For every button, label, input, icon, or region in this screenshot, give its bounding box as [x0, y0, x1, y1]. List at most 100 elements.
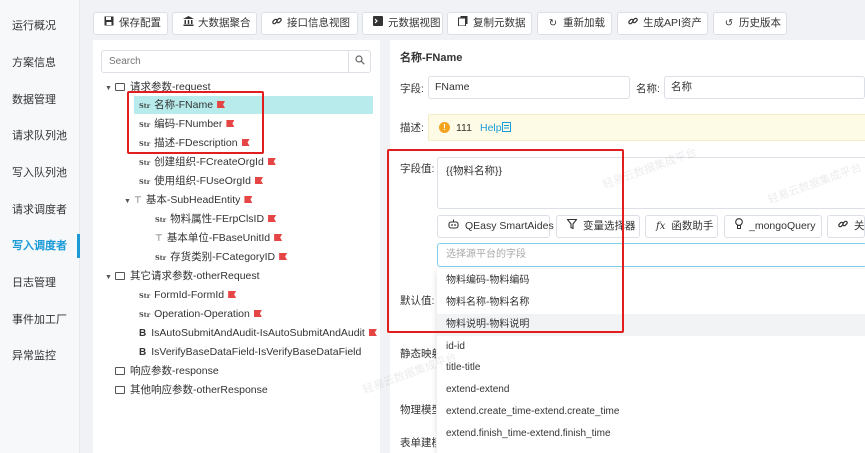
document-icon[interactable] — [502, 122, 511, 135]
hierarchy-icon: ⊤ — [155, 233, 163, 243]
copy-icon — [456, 13, 470, 34]
api-info-view-button[interactable]: 接口信息视图 — [261, 12, 358, 35]
search-button[interactable] — [348, 51, 370, 72]
big-data-aggregate-label: 大数据聚合 — [198, 17, 251, 29]
mongo-query-button[interactable]: _mongoQuery — [724, 215, 822, 238]
tree-node-response[interactable]: 响应参数-response — [115, 362, 219, 380]
sidebar-item-plan-info[interactable]: 方案信息 — [0, 48, 80, 78]
sidebar-item-event-factory[interactable]: 事件加工厂 — [0, 305, 80, 335]
tree-node-fdescription[interactable]: Str 描述-FDescription — [139, 134, 250, 152]
tree-node-label: 物料属性-FErpClsID — [170, 213, 265, 225]
api-info-view-label: 接口信息视图 — [287, 17, 350, 29]
variable-selector-button[interactable]: 变量选择器 — [556, 215, 640, 238]
sidebar-item-log-management[interactable]: 日志管理 — [0, 268, 80, 298]
string-type-icon: Str — [139, 292, 151, 300]
dropdown-option[interactable]: extend.create_time-extend.create_time — [437, 401, 865, 423]
function-helper-label: 函数助手 — [671, 220, 714, 232]
terminal-icon — [371, 13, 385, 34]
mongo-query-label: _mongoQuery — [749, 220, 816, 232]
tree-node-isautosubmitandaudit[interactable]: B IsAutoSubmitAndAudit-IsAutoSubmitAndAud… — [139, 324, 377, 342]
sidebar-item-exception-monitor[interactable]: 异常监控 — [0, 341, 80, 371]
caret-down-icon[interactable]: ▼ — [105, 269, 115, 287]
tree-node-isverifybasedatafield[interactable]: B IsVerifyBaseDataField-IsVerifyBaseDataF… — [139, 343, 361, 361]
static-mapping-label[interactable]: 静态映射 — [400, 346, 436, 361]
caret-down-icon[interactable]: ▼ — [124, 193, 134, 211]
tree-node-request[interactable]: ▼ 请求参数-request — [105, 78, 211, 96]
function-helper-button[interactable]: fx 函数助手 — [645, 215, 718, 238]
sidebar-item-data-management[interactable]: 数据管理 — [0, 85, 80, 115]
relation-label: 关联 — [854, 220, 865, 232]
dropdown-option[interactable]: extend.finish_time-extend.finish_time — [437, 423, 865, 445]
save-config-button[interactable]: 保存配置 — [93, 12, 168, 35]
flag-icon — [368, 329, 377, 336]
tree-node-fcategoryid[interactable]: Str 存货类别-FCategoryID — [155, 248, 288, 266]
name-input[interactable]: 名称 — [664, 76, 865, 99]
boolean-type-icon: B — [139, 347, 147, 358]
tree-node-fbaseunitid[interactable]: ⊤ 基本单位-FBaseUnitId — [155, 229, 283, 247]
tree-node-label: IsAutoSubmitAndAudit-IsAutoSubmitAndAudi… — [151, 327, 365, 339]
tree-node-ferpclsid[interactable]: Str 物料属性-FErpClsID — [155, 210, 277, 228]
reload-label: 重新加载 — [563, 17, 605, 29]
sidebar-item-write-queue[interactable]: 写入队列池 — [0, 158, 80, 188]
field-input[interactable]: FName — [428, 76, 630, 99]
flag-icon — [217, 101, 226, 108]
tree-node-fnumber[interactable]: Str 编码-FNumber — [139, 115, 235, 133]
string-type-icon: Str — [139, 140, 151, 148]
search-icon — [354, 55, 365, 68]
tree-node-label: 描述-FDescription — [154, 137, 238, 149]
field-detail-panel: 名称-FName 字段: FName 名称: 名称 描述: ! 111 Help… — [390, 40, 865, 453]
dropdown-option[interactable]: 物料说明-物料说明 — [437, 314, 865, 336]
tree-node-otherrequest[interactable]: ▼ 其它请求参数-otherRequest — [105, 267, 260, 285]
caret-down-icon[interactable]: ▼ — [105, 80, 115, 98]
tree-node-fuseorgid[interactable]: Str 使用组织-FUseOrgId — [139, 172, 263, 190]
form-model-label[interactable]: 表单建模 — [400, 435, 436, 450]
string-type-icon: Str — [139, 178, 151, 186]
sidebar-item-request-scheduler[interactable]: 请求调度者 — [0, 195, 80, 225]
tree-node-otherresponse[interactable]: 其他响应参数-otherResponse — [115, 381, 268, 399]
reload-button[interactable]: ↻ 重新加载 — [537, 12, 612, 35]
dropdown-option[interactable]: 物料编码-物料编码 — [437, 270, 865, 292]
relation-button[interactable]: 关联 — [827, 215, 865, 238]
tree-node-fcreateorgid[interactable]: Str 创建组织-FCreateOrgId — [139, 153, 276, 171]
history-icon: ↺ — [724, 18, 734, 29]
tree-node-label: 其他响应参数-otherResponse — [130, 384, 268, 396]
history-version-button[interactable]: ↺ 历史版本 — [713, 12, 787, 35]
function-icon: fx — [656, 221, 666, 232]
dropdown-option[interactable]: id-id — [437, 336, 865, 358]
metadata-view-button[interactable]: 元数据视图 — [362, 12, 443, 35]
tree-node-fname[interactable]: Str 名称-FName — [134, 96, 373, 114]
save-config-label: 保存配置 — [119, 17, 161, 29]
desc-label: 描述: — [400, 122, 424, 134]
flag-icon — [226, 120, 235, 127]
tree-node-label: 基本-SubHeadEntity — [145, 194, 241, 206]
bank-icon — [181, 13, 195, 34]
metadata-view-label: 元数据视图 — [388, 17, 441, 29]
flag-icon — [279, 253, 288, 260]
sidebar-item-run-overview[interactable]: 运行概况 — [0, 11, 80, 41]
folder-icon — [115, 83, 125, 91]
sidebar-item-write-scheduler[interactable]: 写入调度者 — [0, 231, 80, 261]
dropdown-option[interactable]: title-title — [437, 357, 865, 379]
big-data-aggregate-button[interactable]: 大数据聚合 — [172, 12, 257, 35]
sidebar-item-request-queue[interactable]: 请求队列池 — [0, 121, 80, 151]
tree-node-label: IsVerifyBaseDataField-IsVerifyBaseDataFi… — [151, 346, 362, 358]
tree-node-label: 基本单位-FBaseUnitId — [166, 232, 271, 244]
hierarchy-icon: ⊤ — [134, 195, 142, 205]
dropdown-option[interactable]: extend-extend — [437, 379, 865, 401]
tree-node-operation[interactable]: Str Operation-Operation — [139, 305, 262, 323]
tree-search-input[interactable] — [102, 51, 350, 72]
dropdown-option[interactable]: 物料名称-物料名称 — [437, 292, 865, 314]
copy-metadata-button[interactable]: 复制元数据 — [447, 12, 532, 35]
flag-icon — [253, 310, 262, 317]
field-value-textarea[interactable]: {{物料名称}} — [437, 157, 865, 209]
tree-node-subheadentity[interactable]: ▼ ⊤ 基本-SubHeadEntity — [124, 191, 253, 211]
source-field-select[interactable]: 选择源平台的字段 — [437, 243, 865, 267]
help-link[interactable]: Help — [480, 122, 502, 134]
qeasy-smartaides-button[interactable]: QEasy SmartAides — [437, 215, 554, 238]
tree-node-formid[interactable]: Str FormId-FormId — [139, 286, 237, 304]
default-value-label: 默认值: — [400, 295, 435, 307]
flag-icon — [268, 215, 277, 222]
physical-model-label[interactable]: 物理模型 — [400, 402, 436, 417]
generate-api-asset-button[interactable]: 生成API资产 — [617, 12, 708, 35]
flag-icon — [254, 177, 263, 184]
